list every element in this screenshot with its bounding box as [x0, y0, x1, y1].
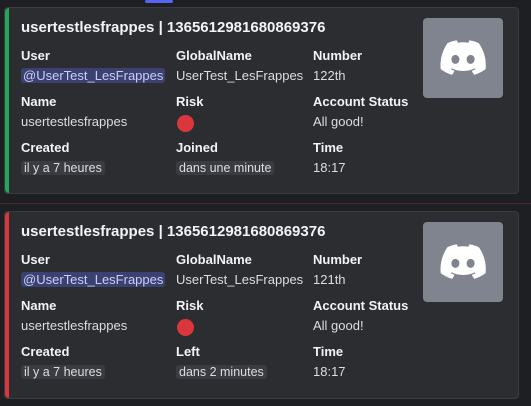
timestamp[interactable]: dans 2 minutes — [176, 365, 267, 379]
red-circle-icon — [177, 115, 194, 132]
field-account-status: Account Status All good! — [313, 94, 408, 130]
field-time: Time 18:17 — [313, 140, 346, 176]
field-name-row: Name usertestlesfrappes — [21, 298, 127, 334]
field-value: UserTest_LesFrappes — [176, 68, 304, 83]
red-circle-icon — [177, 319, 194, 336]
field-name: Account Status — [313, 298, 409, 313]
field-value: 122th — [313, 68, 346, 83]
field-name: Created — [21, 344, 70, 359]
field-name: Name — [21, 298, 57, 313]
field-name: Time — [313, 140, 344, 155]
field-name: Number — [313, 48, 363, 63]
field-globalname: GlobalName UserTest_LesFrappes — [176, 48, 303, 84]
discord-logo-icon — [440, 40, 486, 75]
embed-thumbnail[interactable] — [423, 18, 503, 98]
timestamp[interactable]: il y a 7 heures — [21, 365, 105, 379]
field-account-status: Account Status All good! — [313, 298, 408, 334]
field-joined: Joined dans une minute — [176, 140, 275, 176]
field-name: Risk — [176, 298, 204, 313]
embed-color-bar — [5, 8, 9, 193]
field-value: 18:17 — [313, 364, 346, 379]
field-name-row: Name usertestlesfrappes — [21, 94, 127, 130]
embed-title: usertestlesfrappes | 1365612981680869376 — [21, 19, 326, 36]
discord-logo-icon — [440, 244, 486, 279]
field-value: 18:17 — [313, 160, 346, 175]
field-name: Name — [21, 94, 57, 109]
field-name: User — [21, 48, 50, 63]
timestamp[interactable]: dans une minute — [176, 161, 275, 175]
field-value: UserTest_LesFrappes — [176, 272, 304, 287]
field-name: User — [21, 252, 50, 267]
field-time: Time 18:17 — [313, 344, 346, 380]
scroll-indicator — [145, 0, 173, 3]
field-name: Risk — [176, 94, 204, 109]
field-name: Time — [313, 344, 344, 359]
field-name: Account Status — [313, 94, 409, 109]
field-globalname: GlobalName UserTest_LesFrappes — [176, 252, 303, 288]
field-value: All good! — [313, 318, 364, 333]
timestamp[interactable]: il y a 7 heures — [21, 161, 105, 175]
field-created: Created il y a 7 heures — [21, 344, 105, 380]
user-mention[interactable]: @UserTest_LesFrappes — [21, 68, 166, 83]
field-value: 121th — [313, 272, 346, 287]
field-name: GlobalName — [176, 252, 252, 267]
field-risk: Risk — [176, 298, 203, 340]
user-mention[interactable]: @UserTest_LesFrappes — [21, 272, 166, 287]
field-value: usertestlesfrappes — [21, 318, 128, 333]
field-name: GlobalName — [176, 48, 252, 63]
embed-color-bar — [5, 212, 9, 398]
field-value: usertestlesfrappes — [21, 114, 128, 129]
field-name: Joined — [176, 140, 218, 155]
field-left: Left dans 2 minutes — [176, 344, 267, 380]
top-strip — [0, 0, 531, 6]
field-name: Created — [21, 140, 70, 155]
embed-title: usertestlesfrappes | 1365612981680869376 — [21, 223, 326, 240]
field-name: Left — [176, 344, 200, 359]
join-embed: usertestlesfrappes | 1365612981680869376… — [4, 7, 519, 194]
field-risk: Risk — [176, 94, 203, 136]
field-number: Number 122th — [313, 48, 362, 84]
field-user: User @UserTest_LesFrappes — [21, 252, 166, 288]
field-number: Number 121th — [313, 252, 362, 288]
new-messages-divider — [0, 203, 531, 204]
field-value: All good! — [313, 114, 364, 129]
field-user: User @UserTest_LesFrappes — [21, 48, 166, 84]
leave-embed: usertestlesfrappes | 1365612981680869376… — [4, 211, 519, 399]
embed-thumbnail[interactable] — [423, 222, 503, 302]
field-name: Number — [313, 252, 363, 267]
field-created: Created il y a 7 heures — [21, 140, 105, 176]
